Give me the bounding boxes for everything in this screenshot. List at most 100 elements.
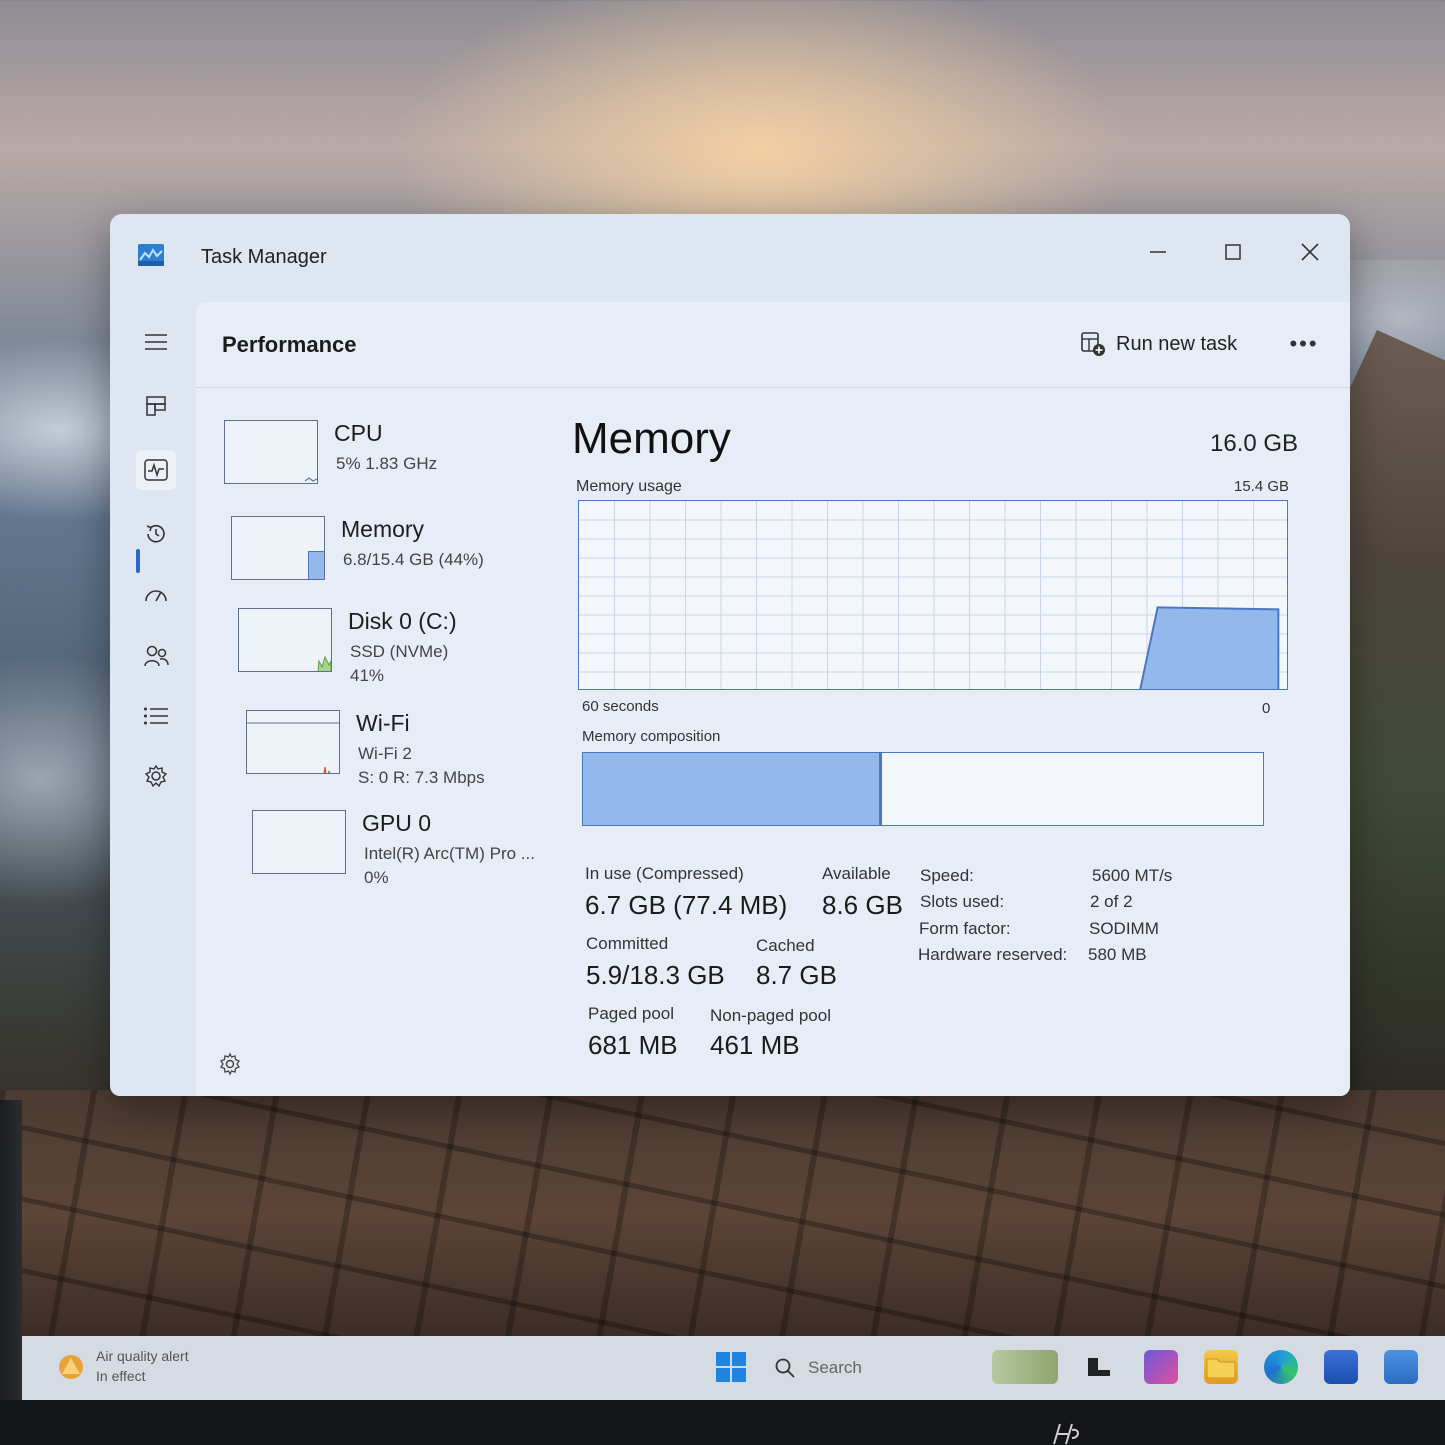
device-name: Memory — [341, 516, 425, 542]
users-icon — [144, 645, 169, 667]
slots-used-value: 2 of 2 — [1090, 892, 1133, 911]
device-detail: Wi-Fi 2 — [358, 744, 412, 763]
taskbar-file-explorer[interactable] — [1204, 1350, 1238, 1384]
paged-pool-value: 681 MB — [588, 1030, 678, 1060]
startup-apps-icon — [145, 590, 167, 602]
gpu-thumbnail-graph — [252, 810, 346, 874]
paged-pool-label: Paged pool — [588, 1004, 675, 1023]
laptop-bezel-bottom — [0, 1400, 1445, 1445]
in-use-label: In use (Compressed) — [585, 864, 744, 883]
run-new-task-button[interactable]: Run new task — [1080, 328, 1237, 360]
processes-icon — [146, 396, 166, 416]
close-button[interactable] — [1290, 232, 1330, 272]
more-options-button[interactable]: ••• — [1286, 328, 1322, 360]
minimize-icon — [1150, 251, 1166, 253]
device-name: CPU — [334, 420, 383, 446]
device-detail: 5% 1.83 GHz — [336, 454, 438, 473]
nav-startup-apps[interactable] — [136, 576, 176, 616]
weather-alert-subtitle: In effect — [96, 1368, 146, 1384]
memory-composition-bar — [582, 752, 1264, 826]
device-name: Wi-Fi — [356, 710, 410, 736]
laptop-brand-logo — [1046, 1420, 1086, 1445]
close-icon — [1301, 243, 1319, 261]
device-gpu[interactable]: GPU 0 Intel(R) Arc(TM) Pro ... 0% — [252, 810, 572, 887]
app-history-icon — [146, 524, 165, 543]
maximize-icon — [1225, 244, 1241, 260]
task-manager-window: Task Manager Performance Run new task ••… — [110, 214, 1350, 1096]
memory-mini-fill — [308, 550, 324, 579]
search-label: Search — [808, 1358, 862, 1377]
start-button[interactable] — [714, 1350, 748, 1384]
nav-app-history[interactable] — [136, 514, 176, 554]
disk-thumbnail-graph — [238, 608, 332, 672]
disk-mini-graph — [317, 655, 331, 671]
search-icon — [775, 1358, 795, 1378]
device-usage: 41% — [350, 666, 385, 685]
task-manager-app-icon — [138, 244, 164, 266]
in-use-value: 6.7 GB (77.4 MB) — [585, 890, 788, 920]
settings-gear-icon[interactable] — [218, 1052, 242, 1076]
available-value: 8.6 GB — [822, 890, 903, 920]
services-icon — [144, 764, 168, 788]
weather-alert-icon — [59, 1355, 83, 1379]
taskbar-task-manager[interactable] — [1384, 1350, 1418, 1384]
taskbar-edge[interactable] — [1264, 1350, 1298, 1384]
taskbar-news-widget[interactable] — [992, 1350, 1058, 1384]
wifi-thumbnail-graph — [246, 710, 340, 774]
device-wifi[interactable]: Wi-Fi Wi-Fi 2 S: 0 R: 7.3 Mbps — [246, 710, 566, 787]
memory-usage-label: Memory usage — [576, 478, 682, 495]
nav-users[interactable] — [136, 636, 176, 676]
device-memory[interactable]: Memory 6.8/15.4 GB (44%) — [231, 516, 551, 592]
performance-page: Performance Run new task ••• CPU 5% 1.83… — [196, 302, 1350, 1096]
cached-value: 8.7 GB — [756, 960, 837, 990]
run-new-task-icon — [1081, 332, 1105, 356]
window-title: Task Manager — [201, 246, 327, 268]
memory-heading: Memory — [572, 414, 731, 463]
non-paged-pool-value: 461 MB — [710, 1030, 800, 1060]
device-cpu[interactable]: CPU 5% 1.83 GHz — [224, 420, 544, 496]
memory-total: 16.0 GB — [1210, 430, 1299, 457]
weather-alert-title: Air quality alert — [96, 1348, 189, 1364]
wifi-mini-graph — [247, 722, 339, 773]
maximize-button[interactable] — [1213, 232, 1253, 272]
taskbar-copilot[interactable] — [1144, 1350, 1178, 1384]
device-disk[interactable]: Disk 0 (C:) SSD (NVMe) 41% — [238, 608, 558, 685]
nav-details[interactable] — [136, 696, 176, 736]
committed-label: Committed — [586, 934, 669, 953]
memory-composition-label: Memory composition — [582, 728, 721, 745]
taskbar-task-view[interactable] — [1082, 1350, 1116, 1384]
memory-usage-area — [1139, 606, 1280, 689]
nav-performance[interactable] — [136, 450, 176, 490]
speed-value: 5600 MT/s — [1092, 866, 1173, 885]
form-factor-label: Form factor: — [919, 919, 1011, 938]
cpu-mini-graph — [304, 477, 317, 482]
navigation-rail — [110, 302, 196, 1096]
nav-hamburger-button[interactable] — [136, 322, 176, 362]
graph-time-now: 0 — [1262, 700, 1271, 717]
run-new-task-label: Run new task — [1116, 332, 1238, 355]
taskbar-store[interactable] — [1324, 1350, 1358, 1384]
nav-services[interactable] — [136, 756, 176, 796]
gpu-mini-graph — [253, 811, 346, 874]
cpu-thumbnail-graph — [224, 420, 318, 484]
weather-widget[interactable]: Air quality alert In effect — [56, 1348, 276, 1388]
device-detail: 6.8/15.4 GB (44%) — [343, 550, 484, 569]
memory-usage-graph — [578, 500, 1288, 690]
taskbar-search[interactable]: Search — [774, 1350, 954, 1386]
hamburger-icon — [145, 334, 167, 350]
device-detail: SSD (NVMe) — [350, 642, 449, 661]
slots-used-label: Slots used: — [920, 892, 1005, 911]
minimize-button[interactable] — [1138, 232, 1178, 272]
title-bar[interactable]: Task Manager — [110, 214, 1350, 302]
taskbar: Air quality alert In effect Search — [22, 1336, 1445, 1400]
folder-icon — [1206, 1358, 1236, 1379]
nav-processes[interactable] — [136, 386, 176, 426]
memory-usage-max: 15.4 GB — [1234, 478, 1290, 495]
form-factor-value: SODIMM — [1089, 919, 1159, 938]
performance-icon — [144, 459, 168, 481]
laptop-bezel-left — [0, 1100, 22, 1445]
hardware-reserved-label: Hardware reserved: — [918, 945, 1068, 964]
device-throughput: S: 0 R: 7.3 Mbps — [358, 768, 485, 787]
hardware-reserved-value: 580 MB — [1088, 945, 1147, 964]
committed-value: 5.9/18.3 GB — [586, 960, 725, 990]
